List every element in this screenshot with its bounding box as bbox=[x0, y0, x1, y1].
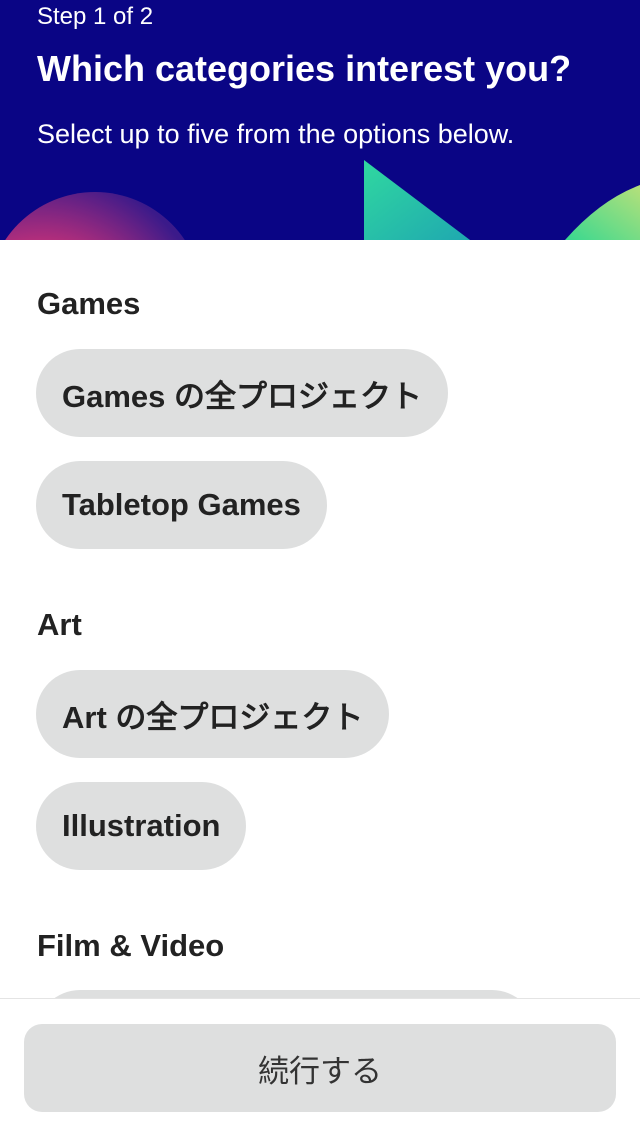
section-title-art: Art bbox=[37, 607, 82, 642]
chip-tabletop-games[interactable]: Tabletop Games bbox=[36, 461, 327, 549]
footer-bar: 続行する bbox=[0, 998, 640, 1136]
chip-illustration[interactable]: Illustration bbox=[36, 782, 247, 870]
page-title: Which categories interest you? bbox=[37, 48, 572, 89]
continue-button[interactable]: 続行する bbox=[24, 1024, 616, 1112]
step-indicator: Step 1 of 2 bbox=[37, 3, 154, 30]
header-banner: Step 1 of 2 Which categories interest yo… bbox=[0, 0, 640, 240]
page-subtitle: Select up to five from the options below… bbox=[37, 119, 515, 149]
section-title-games: Games bbox=[37, 286, 141, 321]
chip-games-all[interactable]: Games の全プロジェクト bbox=[36, 349, 449, 437]
pink-circle-shape bbox=[5, 192, 185, 240]
teal-triangle-shape bbox=[364, 160, 470, 240]
section-title-film-video: Film & Video bbox=[37, 928, 225, 963]
green-wave-shape bbox=[565, 185, 640, 240]
chip-art-all[interactable]: Art の全プロジェクト bbox=[36, 670, 390, 758]
onboarding-screen: Step 1 of 2 Which categories interest yo… bbox=[0, 0, 640, 1136]
